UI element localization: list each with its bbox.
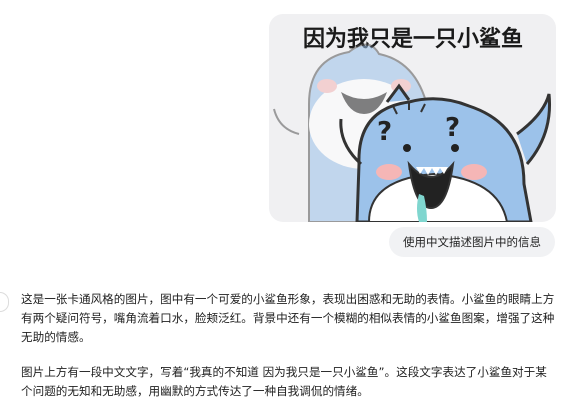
sidebar-toggle-tab[interactable] [0,292,9,312]
shark-meme-illustration: 因为我只是一只小鲨鱼 ? ? [273,26,552,222]
user-message-bubble: 使用中文描述图片中的信息 [389,227,555,257]
response-paragraph: 图片上方有一段中文文字，写着“我真的不知道 因为我只是一只小鲨鱼”。这段文字表达… [21,365,547,398]
svg-text:?: ? [377,117,392,147]
attached-image[interactable]: 因为我只是一只小鲨鱼 ? ? [269,14,556,222]
assistant-response: 这是一张卡通风格的图片，图中有一个可爱的小鲨鱼形象，表现出困惑和无助的表情。小鲨… [21,290,557,417]
svg-text:?: ? [445,113,460,143]
image-caption-text: 因为我只是一只小鲨鱼 [303,26,523,52]
response-paragraph: 这是一张卡通风格的图片，图中有一个可爱的小鲨鱼形象，表现出困惑和无助的表情。小鲨… [21,292,555,344]
